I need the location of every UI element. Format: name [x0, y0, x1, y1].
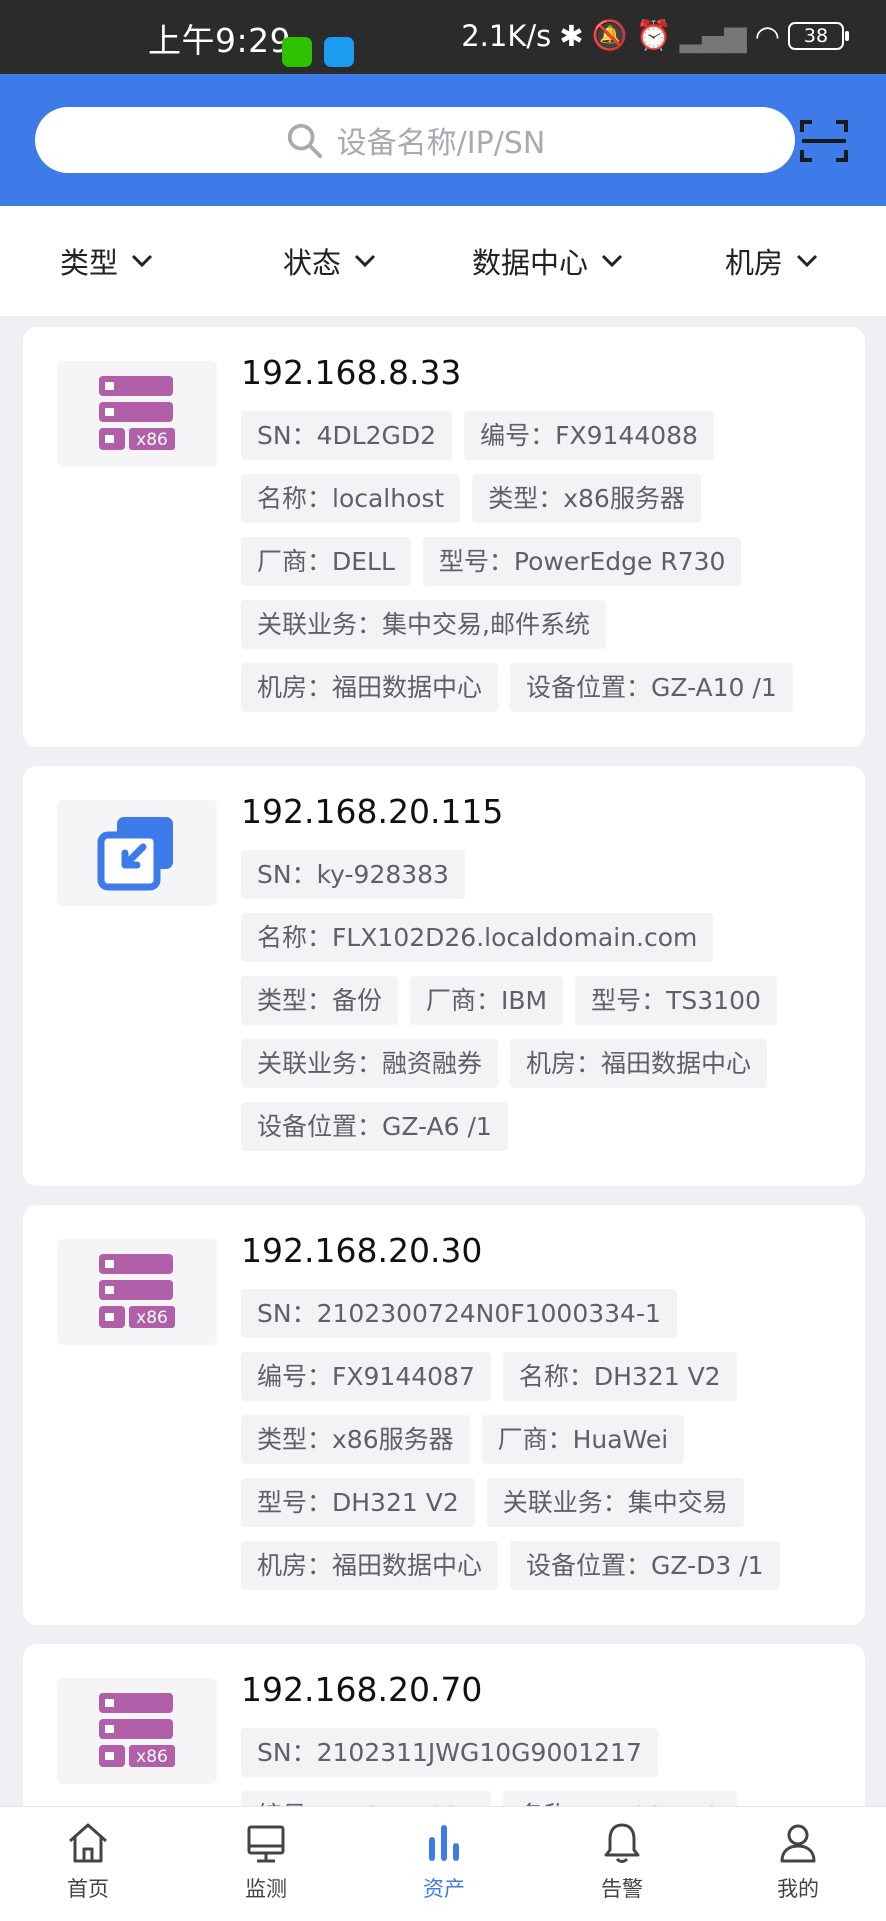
tag-room: 机房：福田数据中心 — [241, 663, 499, 712]
search-placeholder: 设备名称/IP/SN — [336, 126, 546, 161]
device-list[interactable]: x86 192.168.8.33 SN：4DL2GD2 编号：FX9144088… — [0, 316, 886, 1806]
battery-icon: 38 — [788, 21, 849, 50]
header: 设备名称/IP/SN — [0, 74, 886, 206]
device-ip: 192.168.8.33 — [241, 353, 462, 392]
scan-icon[interactable] — [800, 118, 848, 164]
wifi-icon: ◠ — [754, 18, 780, 53]
status-bar: 上午9:29 2.1K/s ✱ 🔕 ⏰ ▂▄▆ ◠ 38 — [0, 0, 886, 74]
tag-model: 型号：DH321 V2 — [241, 1478, 475, 1527]
tag-name: 名称：DH321 V2 — [502, 1791, 737, 1806]
tag-code: 编号：FX9144088 — [464, 411, 714, 460]
chevron-down-icon — [796, 254, 818, 268]
bottom-tab-bar: 首页 监测 资产 告警 我的 — [0, 1806, 886, 1921]
tag-sn: SN：2102311JWG10G9001217 — [241, 1728, 658, 1777]
tab-home[interactable]: 首页 — [28, 1819, 148, 1903]
tag-room: 机房：福田数据中心 — [510, 1039, 768, 1088]
device-ip: 192.168.20.115 — [241, 792, 504, 831]
filter-type[interactable]: 类型 — [60, 240, 154, 282]
device-thumbnail: x86 — [57, 361, 217, 467]
tag-sn: SN：ky-928383 — [241, 850, 465, 899]
x86-server-icon: x86 — [99, 376, 175, 450]
tag-code: 编号：FX9144084 — [241, 1791, 491, 1806]
x86-server-icon: x86 — [99, 1693, 175, 1767]
device-card[interactable]: 192.168.20.115 SN：ky-928383 名称：FLX102D26… — [23, 766, 865, 1186]
tag-name: 名称：FLX102D26.localdomain.com — [241, 913, 714, 962]
tag-code: 编号：FX9144087 — [241, 1352, 491, 1401]
bar-chart-icon — [429, 1825, 459, 1861]
device-ip: 192.168.20.30 — [241, 1231, 483, 1270]
bell-icon — [604, 1823, 640, 1863]
tab-monitor[interactable]: 监测 — [206, 1819, 326, 1903]
tag-vendor: 厂商：HuaWei — [481, 1415, 685, 1464]
tag-room: 机房：福田数据中心 — [241, 1541, 499, 1590]
tag-vendor: 厂商：DELL — [241, 537, 411, 586]
tab-alerts[interactable]: 告警 — [562, 1819, 682, 1903]
device-thumbnail: x86 — [57, 1678, 217, 1784]
device-thumbnail: x86 — [57, 1239, 217, 1345]
tag-name: 名称：localhost — [241, 474, 461, 523]
tag-sn: SN：2102300724N0F1000334-1 — [241, 1289, 677, 1338]
upload-icon — [324, 37, 354, 67]
tab-profile[interactable]: 我的 — [738, 1819, 858, 1903]
alarm-icon: ⏰ — [635, 18, 672, 52]
tag-type: 类型：x86服务器 — [241, 1415, 470, 1464]
chevron-down-icon — [354, 254, 376, 268]
x86-badge: x86 — [136, 1747, 168, 1767]
tag-vendor: 厂商：IBM — [410, 976, 564, 1025]
tag-sn: SN：4DL2GD2 — [241, 411, 453, 460]
tag-type: 类型：备份 — [241, 976, 399, 1025]
signal-icon: ▂▄▆ — [679, 18, 747, 53]
filter-status[interactable]: 状态 — [283, 240, 377, 282]
filter-bar: 类型 状态 数据中心 机房 — [0, 206, 886, 316]
search-icon — [287, 123, 322, 159]
device-card[interactable]: x86 192.168.8.33 SN：4DL2GD2 编号：FX9144088… — [23, 327, 865, 747]
filter-room[interactable]: 机房 — [725, 240, 819, 282]
tag-name: 名称：DH321 V2 — [502, 1352, 737, 1401]
tag-business: 关联业务：融资融券 — [241, 1039, 499, 1088]
tag-business: 关联业务：集中交易,邮件系统 — [241, 600, 606, 649]
bluetooth-icon: ✱ — [559, 18, 584, 53]
status-time: 上午9:29 — [148, 21, 292, 60]
chevron-down-icon — [131, 254, 153, 268]
device-ip: 192.168.20.70 — [241, 1670, 483, 1709]
tag-location: 设备位置：GZ-A10 /1 — [510, 663, 793, 712]
wechat-icon — [282, 37, 312, 67]
network-speed: 2.1K/s — [461, 18, 552, 53]
device-card[interactable]: x86 192.168.20.70 SN：2102311JWG10G900121… — [23, 1644, 865, 1806]
tag-model: 型号：PowerEdge R730 — [422, 537, 742, 586]
chevron-down-icon — [601, 254, 623, 268]
tag-model: 型号：TS3100 — [575, 976, 777, 1025]
tag-business: 关联业务：集中交易 — [486, 1478, 744, 1527]
tag-location: 设备位置：GZ-A6 /1 — [241, 1102, 508, 1151]
device-card[interactable]: x86 192.168.20.30 SN：2102300724N0F100033… — [23, 1205, 865, 1625]
user-icon — [780, 1824, 816, 1863]
monitor-icon — [247, 1825, 285, 1863]
tab-assets[interactable]: 资产 — [384, 1819, 504, 1903]
tag-type: 类型：x86服务器 — [472, 474, 701, 523]
x86-badge: x86 — [136, 1308, 168, 1328]
tag-location: 设备位置：GZ-D3 /1 — [510, 1541, 780, 1590]
search-input[interactable]: 设备名称/IP/SN — [35, 107, 795, 173]
x86-server-icon: x86 — [99, 1254, 175, 1328]
backup-icon — [97, 817, 173, 891]
mute-icon: 🔕 — [591, 18, 628, 52]
device-thumbnail — [57, 800, 217, 906]
home-icon — [69, 1823, 107, 1863]
filter-datacenter[interactable]: 数据中心 — [472, 240, 624, 282]
x86-badge: x86 — [136, 430, 168, 450]
